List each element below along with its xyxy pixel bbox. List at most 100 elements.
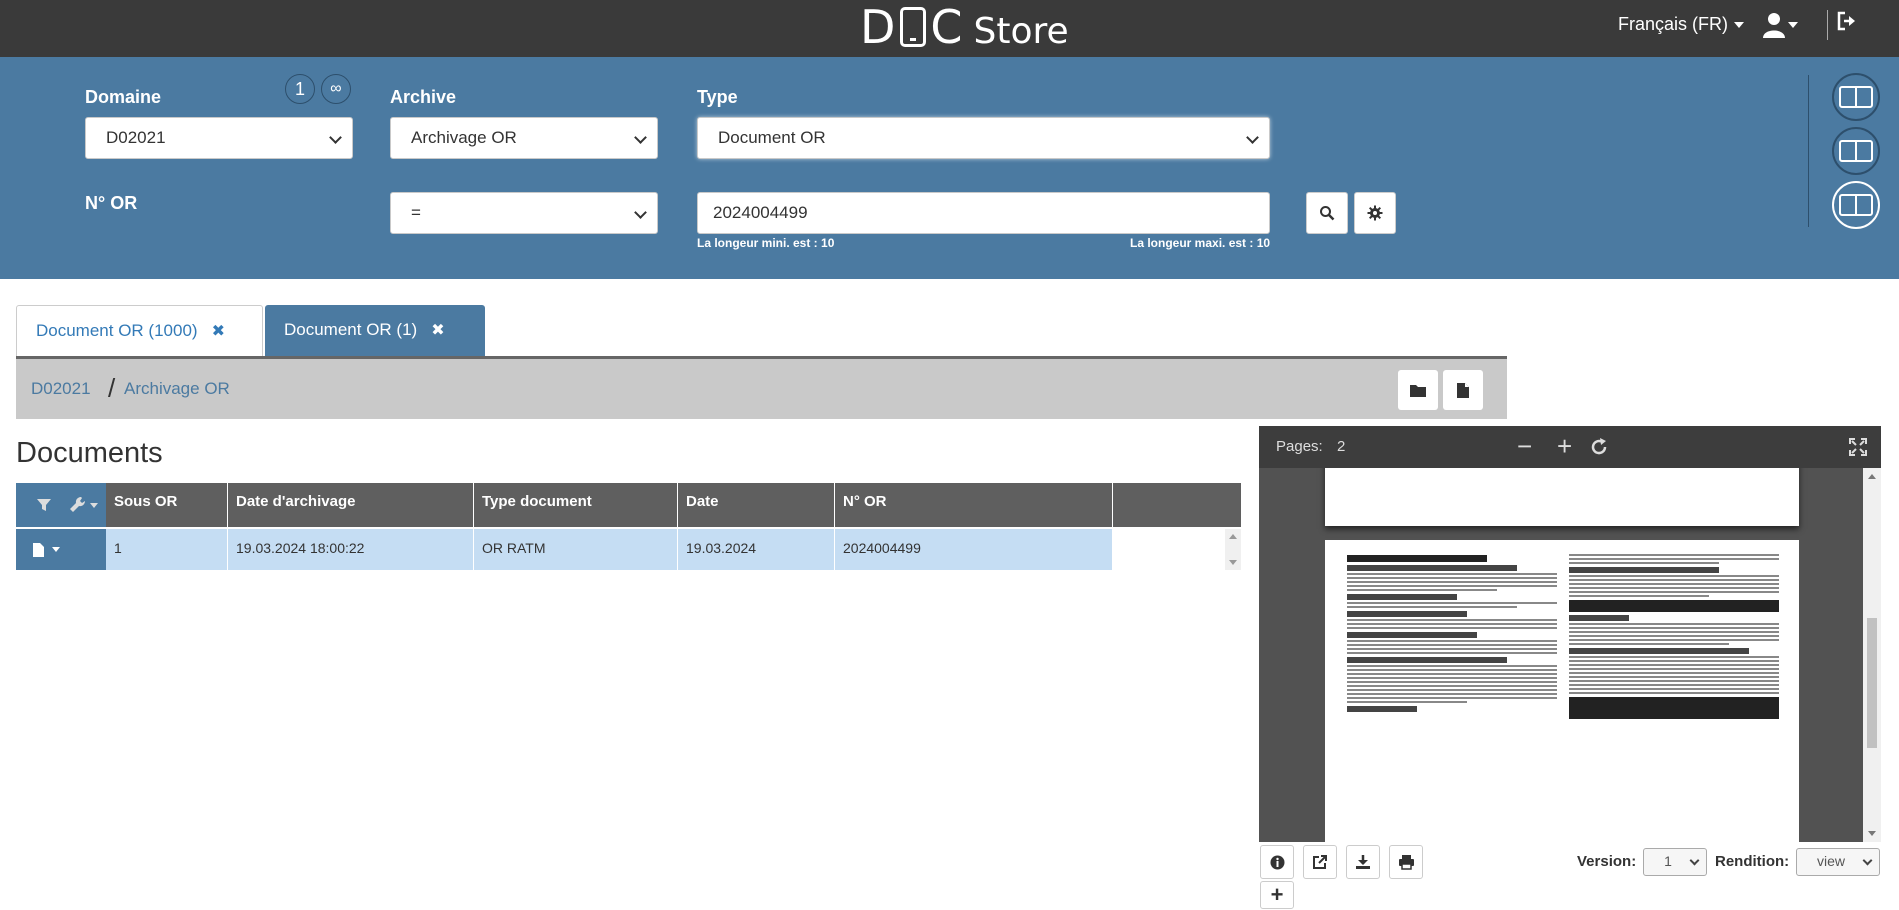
wrench-icon[interactable] bbox=[68, 495, 88, 515]
max-length-hint: La longeur maxi. est : 10 bbox=[1130, 236, 1271, 250]
language-label: Français (FR) bbox=[1618, 14, 1729, 34]
search-settings-button[interactable] bbox=[1354, 192, 1396, 234]
search-filter-panel: Domaine 1 ∞ D02021 Archive Archivage OR … bbox=[0, 57, 1899, 279]
column-header-date-archivage[interactable]: Date d'archivage bbox=[228, 483, 474, 527]
zoom-in-button[interactable]: + bbox=[1557, 433, 1572, 459]
tab-label: Document OR (1) bbox=[284, 320, 418, 339]
logout-icon bbox=[1837, 11, 1855, 31]
external-link-icon bbox=[1313, 855, 1327, 869]
document-page-area[interactable] bbox=[1259, 468, 1863, 842]
download-icon bbox=[1356, 855, 1370, 869]
document-viewer: Pages: 2 − + bbox=[1259, 426, 1881, 842]
column-header-type-document[interactable]: Type document bbox=[474, 483, 678, 527]
folder-button[interactable] bbox=[1398, 370, 1438, 410]
scroll-down-icon[interactable] bbox=[1868, 831, 1876, 836]
page-heading bbox=[1569, 600, 1779, 612]
scroll-thumb[interactable] bbox=[1867, 618, 1877, 748]
scroll-up-icon[interactable] bbox=[1229, 534, 1237, 539]
type-select[interactable]: Document OR bbox=[697, 117, 1270, 159]
table-scrollbar[interactable] bbox=[1225, 529, 1241, 570]
viewer-toolbar: Pages: 2 − + bbox=[1259, 426, 1881, 468]
file-icon bbox=[1457, 382, 1469, 398]
documents-table-header: Sous OR Date d'archivage Type document D… bbox=[16, 483, 1241, 527]
documents-title: Documents bbox=[16, 437, 163, 469]
column-header-date[interactable]: Date bbox=[678, 483, 835, 527]
tab-document-or-1000[interactable]: Document OR (1000) ✖ bbox=[16, 305, 263, 357]
pages-count: 2 bbox=[1337, 438, 1346, 455]
chevron-down-icon bbox=[634, 131, 647, 144]
print-icon bbox=[1398, 855, 1414, 870]
scroll-up-icon[interactable] bbox=[1868, 474, 1876, 479]
page-heading bbox=[1347, 555, 1487, 562]
user-menu[interactable] bbox=[1762, 12, 1798, 40]
page-heading bbox=[1347, 594, 1457, 600]
close-icon[interactable]: ✖ bbox=[212, 323, 225, 340]
logout-button[interactable] bbox=[1827, 10, 1857, 40]
n-or-input[interactable]: 2024004499 bbox=[697, 192, 1270, 234]
scroll-down-icon[interactable] bbox=[1229, 560, 1237, 565]
operator-select[interactable]: = bbox=[390, 192, 658, 234]
column-header-n-or[interactable]: N° OR bbox=[835, 483, 1113, 527]
docstore-logo[interactable]: D C Store bbox=[860, 0, 1069, 54]
search-icon bbox=[1320, 206, 1335, 221]
viewer-scrollbar[interactable] bbox=[1863, 468, 1881, 842]
download-button[interactable] bbox=[1346, 845, 1380, 879]
info-icon bbox=[1270, 855, 1284, 869]
top-bar: D C Store Français (FR) bbox=[0, 0, 1899, 57]
chevron-down-icon bbox=[1862, 855, 1873, 866]
search-button[interactable] bbox=[1306, 192, 1348, 234]
layout-option-1-button[interactable] bbox=[1832, 73, 1880, 121]
cell-date: 19.03.2024 bbox=[678, 529, 835, 570]
multi-domain-toggle[interactable]: ∞ bbox=[321, 74, 351, 104]
operator-select-value: = bbox=[411, 203, 421, 222]
domaine-select[interactable]: D02021 bbox=[85, 117, 353, 159]
close-icon[interactable]: ✖ bbox=[431, 322, 444, 339]
n-or-input-value: 2024004499 bbox=[713, 203, 808, 222]
document-button[interactable] bbox=[1443, 370, 1483, 410]
chevron-down-icon bbox=[1689, 855, 1700, 866]
table-row[interactable]: 1 19.03.2024 18:00:22 OR RATM 19.03.2024… bbox=[16, 529, 1113, 570]
version-label: Version: bbox=[1577, 853, 1637, 870]
archive-select[interactable]: Archivage OR bbox=[390, 117, 658, 159]
chevron-down-icon bbox=[1788, 22, 1798, 28]
version-select[interactable]: 1 bbox=[1643, 848, 1707, 876]
cell-type-document: OR RATM bbox=[474, 529, 678, 570]
fullscreen-icon[interactable] bbox=[1849, 438, 1867, 456]
print-button[interactable] bbox=[1389, 845, 1423, 879]
page-text-column-left bbox=[1347, 552, 1557, 713]
column-header-sous-or[interactable]: Sous OR bbox=[106, 483, 228, 527]
layout-option-3-button[interactable] bbox=[1832, 181, 1880, 229]
cell-sous-or: 1 bbox=[106, 529, 228, 570]
language-dropdown[interactable]: Français (FR) bbox=[1618, 14, 1745, 35]
breadcrumb-archive[interactable]: Archivage OR bbox=[124, 379, 230, 399]
page-heading bbox=[1569, 615, 1629, 621]
chevron-down-icon bbox=[90, 503, 98, 508]
page-heading bbox=[1347, 657, 1507, 663]
add-button[interactable]: + bbox=[1260, 881, 1294, 909]
breadcrumb-domain[interactable]: D02021 bbox=[31, 379, 91, 399]
rotate-icon[interactable] bbox=[1589, 437, 1609, 457]
document-page-1 bbox=[1325, 468, 1799, 526]
split-view-icon bbox=[1839, 194, 1873, 216]
rendition-label: Rendition: bbox=[1715, 853, 1790, 870]
pages-label: Pages: bbox=[1276, 438, 1323, 455]
chevron-down-icon bbox=[1734, 22, 1745, 29]
rendition-select[interactable]: view bbox=[1796, 848, 1880, 876]
open-external-button[interactable] bbox=[1303, 845, 1337, 879]
row-actions-menu[interactable] bbox=[16, 529, 106, 570]
single-domain-toggle[interactable]: 1 bbox=[285, 74, 315, 104]
zoom-out-button[interactable]: − bbox=[1517, 433, 1532, 459]
layout-option-2-button[interactable] bbox=[1832, 127, 1880, 175]
info-button[interactable] bbox=[1260, 845, 1294, 879]
type-label: Type bbox=[697, 87, 738, 107]
chevron-down-icon bbox=[634, 206, 647, 219]
chevron-down-icon bbox=[329, 131, 342, 144]
tab-document-or-1[interactable]: Document OR (1) ✖ bbox=[265, 305, 485, 357]
split-view-icon bbox=[1839, 140, 1873, 162]
user-icon bbox=[1763, 13, 1785, 38]
plus-icon: + bbox=[1270, 882, 1284, 907]
logo-letter-d: D bbox=[860, 0, 897, 54]
filter-icon[interactable] bbox=[36, 497, 52, 513]
cell-date-archivage: 19.03.2024 18:00:22 bbox=[228, 529, 474, 570]
type-select-value: Document OR bbox=[718, 128, 826, 147]
